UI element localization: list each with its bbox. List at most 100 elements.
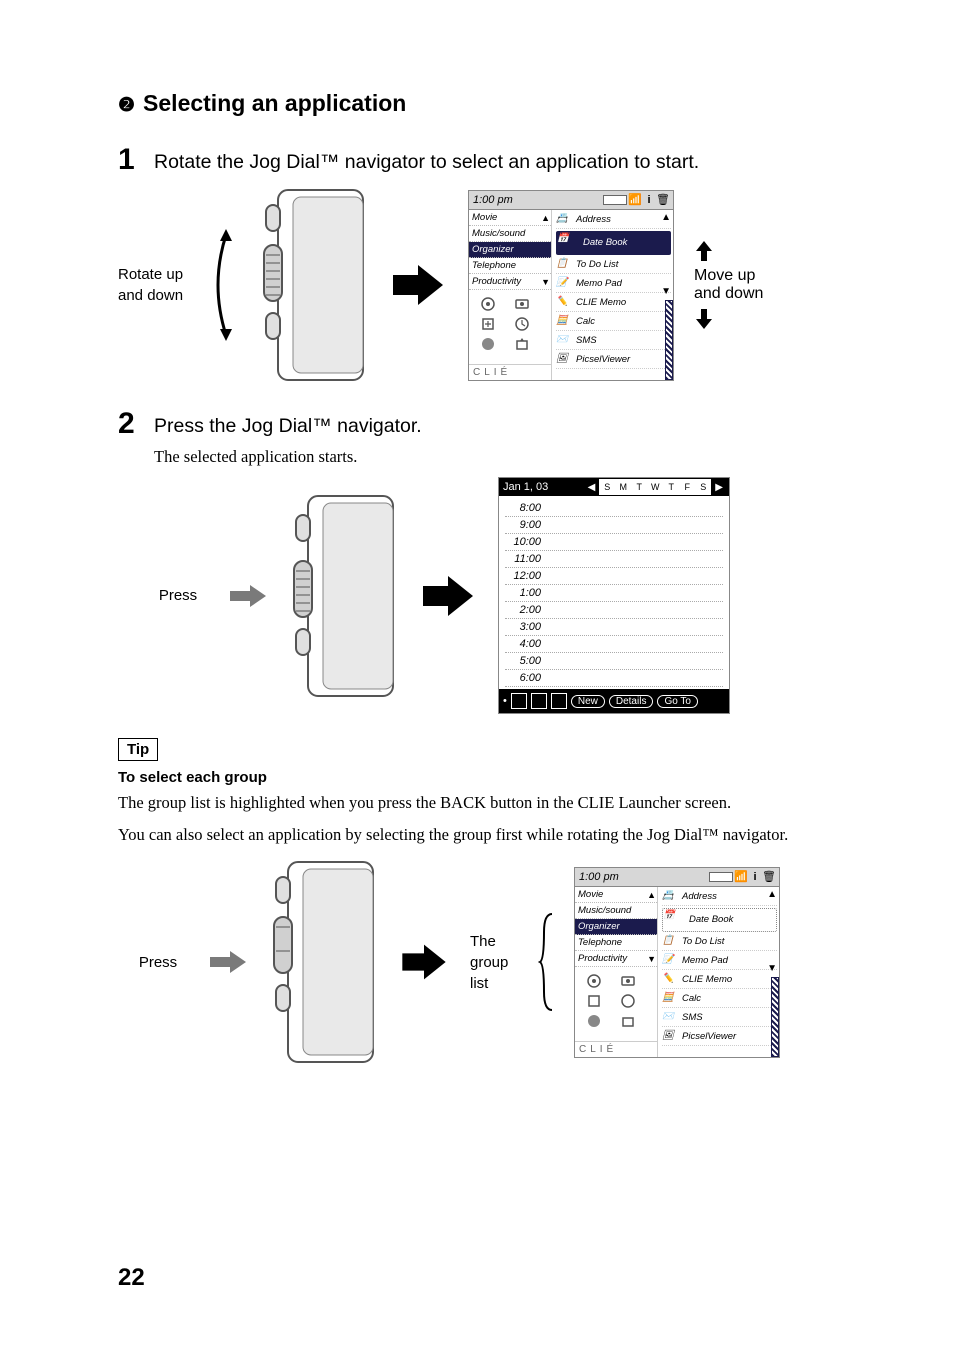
group-organizer: Organizer — [469, 242, 551, 258]
step-number: 1 — [118, 145, 140, 175]
footer-view-icon-1 — [511, 693, 527, 709]
signal-icon: 📶 — [735, 871, 747, 883]
device-press-illustration — [288, 491, 398, 701]
info-icon: i — [749, 871, 761, 883]
group-music: Music/sound — [469, 226, 551, 242]
press-label: Press — [159, 587, 197, 604]
shortcut-icon-1 — [479, 296, 497, 312]
clie-logo: CLIÉ — [469, 364, 551, 380]
shortcut-b-6 — [619, 1013, 637, 1029]
step-circle-2: ❷ — [118, 94, 135, 117]
group-productivity-b: Productivity▼ — [575, 951, 657, 967]
app-sms-b: ✉️SMS — [662, 1010, 777, 1027]
group-movie: Movie▲ — [469, 210, 551, 226]
clie-launcher-screen: 1:00 pm 📶 i 🗑 Movie▲ Music/sound Organiz… — [468, 190, 674, 381]
app-picselviewer: 🖼PicselViewer — [556, 352, 671, 369]
group-list-panel-b: Movie▲ Music/sound Organizer Telephone P… — [575, 887, 658, 1057]
scroll-up-icon: ▲ — [661, 212, 671, 223]
app-address-b: 📇Address — [662, 889, 777, 906]
shortcut-b-1 — [585, 973, 603, 989]
arrow-right-icon — [388, 260, 448, 310]
footer-dot-icon: • — [503, 695, 507, 707]
app-address: 📇Address — [556, 212, 671, 229]
group-music-b: Music/sound — [575, 903, 657, 919]
tip-body-2: You can also select an application by se… — [118, 822, 844, 848]
prev-week-icon: ◀ — [586, 482, 598, 493]
step-2-subtext: The selected application starts. — [154, 447, 844, 467]
clie-logo-b: CLIÉ — [575, 1041, 657, 1057]
move-label: Move up and down — [694, 267, 780, 303]
app-calc-b: 🧮Calc — [662, 991, 777, 1008]
launcher-header: 1:00 pm 📶 i 🗑 — [469, 191, 673, 210]
shortcut-b-5 — [585, 1013, 603, 1029]
arrow-down-icon — [694, 307, 714, 331]
group-movie-b: Movie▲ — [575, 887, 657, 903]
datebook-header: Jan 1, 03 ◀ S M T W T F S ▶ — [499, 478, 729, 496]
arrow-right-icon — [418, 571, 478, 621]
arrow-right-icon — [398, 939, 450, 985]
brace-icon — [538, 912, 554, 1012]
page-number: 22 — [118, 1264, 145, 1292]
group-telephone-b: Telephone — [575, 935, 657, 951]
group-organizer-b: Organizer — [575, 919, 657, 935]
app-todolist: 📋To Do List — [556, 257, 671, 274]
footer-view-icon-2 — [531, 693, 547, 709]
shortcut-b-3 — [585, 993, 603, 1009]
section-heading: ❷ Selecting an application — [118, 90, 844, 117]
goto-button: Go To — [657, 695, 698, 708]
scrollbar-b — [771, 977, 779, 1057]
shortcut-b-2 — [619, 973, 637, 989]
app-datebook-b: 📅Date Book — [662, 908, 777, 932]
dow-selector: S M T W T F S — [599, 479, 711, 495]
app-sms: ✉️SMS — [556, 333, 671, 350]
step-number: 2 — [118, 409, 140, 439]
app-list-panel-b: ▲ 📇Address 📅Date Book 📋To Do List ▼ 📝Mem… — [658, 887, 779, 1057]
shortcut-icon-3 — [479, 316, 497, 332]
app-todolist-b: 📋To Do List — [662, 934, 777, 951]
group-list-label: The group list — [470, 931, 518, 994]
shortcut-icon-2 — [513, 296, 531, 312]
group-telephone: Telephone — [469, 258, 551, 274]
tip-title: To select each group — [118, 769, 844, 786]
datebook-footer: • New Details Go To — [499, 689, 729, 713]
device-jogdial-illustration — [258, 185, 368, 385]
heading-text: Selecting an application — [143, 90, 406, 117]
shortcut-icon-5 — [479, 336, 497, 352]
tip-box: Tip — [118, 738, 158, 761]
new-button: New — [571, 695, 605, 708]
scroll-down-icon-b: ▼ — [767, 963, 777, 974]
clie-launcher-screen-group-hl: 1:00 pm 📶 i 🗑 Movie▲ Music/sound Organiz… — [574, 867, 780, 1058]
shortcut-icon-6 — [513, 336, 531, 352]
app-memopad-b: 📝Memo Pad — [662, 953, 777, 970]
step-1-text: Rotate the Jog Dial™ navigator to select… — [154, 145, 699, 174]
app-cliememo: ✏️CLIE Memo — [556, 295, 671, 312]
header-time: 1:00 pm — [473, 194, 513, 206]
app-list-panel: ▲ 📇Address 📅Date Book 📋To Do List ▼ 📝Mem… — [552, 210, 673, 380]
step-2: 2 Press the Jog Dial™ navigator. — [118, 409, 844, 439]
db-date: Jan 1, 03 — [503, 481, 548, 493]
trash-icon: 🗑 — [763, 871, 775, 883]
step-2-text: Press the Jog Dial™ navigator. — [154, 409, 422, 438]
app-calc: 🧮Calc — [556, 314, 671, 331]
group-productivity: Productivity▼ — [469, 274, 551, 290]
footer-view-icon-3 — [551, 693, 567, 709]
app-datebook: 📅Date Book — [556, 231, 671, 255]
next-week-icon: ▶ — [713, 482, 725, 493]
rotate-arrow-icon — [208, 225, 238, 345]
press-label-2: Press — [139, 954, 177, 971]
launcher-header-b: 1:00 pm 📶 i 🗑 — [575, 868, 779, 887]
device-back-illustration — [268, 857, 378, 1067]
header-time-b: 1:00 pm — [579, 871, 619, 883]
press-arrow-icon-2 — [208, 947, 248, 977]
move-label-column: Move up and down — [694, 239, 780, 331]
trash-icon: 🗑 — [657, 194, 669, 206]
press-arrow-icon — [228, 581, 268, 611]
scroll-down-icon: ▼ — [661, 286, 671, 297]
scroll-up-icon-b: ▲ — [767, 889, 777, 900]
details-button: Details — [609, 695, 654, 708]
datebook-body: 8:00 9:00 10:00 11:00 12:00 1:00 2:00 3:… — [499, 496, 729, 689]
group-list-panel: Movie▲ Music/sound Organizer Telephone P… — [469, 210, 552, 380]
datebook-screen: Jan 1, 03 ◀ S M T W T F S ▶ 8:00 9:00 10… — [498, 477, 730, 714]
shortcut-b-4 — [619, 993, 637, 1009]
app-cliememo-b: ✏️CLIE Memo — [662, 972, 777, 989]
